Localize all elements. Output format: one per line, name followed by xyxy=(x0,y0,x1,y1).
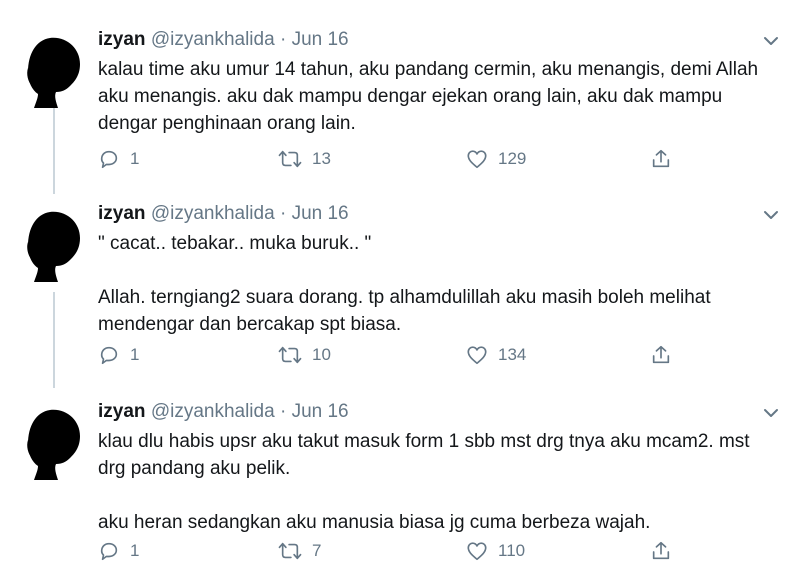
retweet-icon xyxy=(278,346,302,364)
share-button[interactable] xyxy=(650,540,672,562)
tweet-paragraph: klau dlu habis upsr aku takut masuk form… xyxy=(98,431,750,479)
display-name[interactable]: izyan xyxy=(98,203,146,224)
share-button[interactable] xyxy=(650,344,672,366)
like-button[interactable]: 110 xyxy=(466,540,525,562)
tweet-actions: 1 13 129 xyxy=(98,148,698,176)
user-handle[interactable]: @izyankhalida xyxy=(151,203,275,224)
reply-count: 1 xyxy=(130,541,140,560)
chevron-down-icon[interactable] xyxy=(762,206,780,224)
tweet[interactable]: izyan @izyankhalida · Jun 16 " cacat.. t… xyxy=(0,198,800,388)
tweet-text: klau dlu habis upsr aku takut masuk form… xyxy=(98,428,778,536)
like-count: 134 xyxy=(498,345,527,364)
separator-dot: · xyxy=(279,29,287,50)
tweet-header: izyan @izyankhalida · Jun 16 xyxy=(98,400,349,424)
separator-dot: · xyxy=(279,401,287,422)
reply-count: 1 xyxy=(130,149,140,168)
share-button[interactable] xyxy=(650,148,672,170)
tweet-text: kalau time aku umur 14 tahun, aku pandan… xyxy=(98,56,778,137)
tweet-paragraph: " cacat.. tebakar.. muka buruk.. " xyxy=(98,233,372,254)
like-count: 129 xyxy=(498,149,527,168)
reply-count: 1 xyxy=(130,345,140,364)
like-button[interactable]: 134 xyxy=(466,344,526,366)
retweet-icon xyxy=(278,150,302,168)
share-icon xyxy=(652,345,670,364)
display-name[interactable]: izyan xyxy=(98,401,146,422)
share-icon xyxy=(652,149,670,168)
tweet-actions: 1 7 110 xyxy=(98,540,698,568)
avatar[interactable] xyxy=(20,206,90,282)
heart-icon xyxy=(467,150,487,169)
heart-icon xyxy=(467,346,487,365)
retweet-button[interactable]: 10 xyxy=(278,344,331,366)
reply-button[interactable]: 1 xyxy=(98,344,139,366)
retweet-button[interactable]: 7 xyxy=(278,540,321,562)
tweet-paragraph: Allah. terngiang2 suara dorang. tp alham… xyxy=(98,287,711,335)
share-icon xyxy=(652,541,670,560)
display-name[interactable]: izyan xyxy=(98,29,146,50)
tweet-date[interactable]: Jun 16 xyxy=(292,29,349,50)
separator-dot: · xyxy=(279,203,287,224)
reply-icon xyxy=(100,346,118,365)
reply-button[interactable]: 1 xyxy=(98,148,139,170)
retweet-count: 13 xyxy=(312,149,331,168)
retweet-icon xyxy=(278,542,302,560)
tweet-header: izyan @izyankhalida · Jun 16 xyxy=(98,202,349,226)
tweet-date[interactable]: Jun 16 xyxy=(292,401,349,422)
tweet-header: izyan @izyankhalida · Jun 16 xyxy=(98,28,349,52)
user-handle[interactable]: @izyankhalida xyxy=(151,29,275,50)
user-handle[interactable]: @izyankhalida xyxy=(151,401,275,422)
tweet[interactable]: izyan @izyankhalida · Jun 16 kalau time … xyxy=(0,24,800,194)
avatar[interactable] xyxy=(20,404,90,480)
chevron-down-icon[interactable] xyxy=(762,404,780,422)
like-button[interactable]: 129 xyxy=(466,148,526,170)
tweet-date[interactable]: Jun 16 xyxy=(292,203,349,224)
retweet-count: 7 xyxy=(312,541,322,560)
retweet-button[interactable]: 13 xyxy=(278,148,331,170)
reply-icon xyxy=(100,542,118,561)
heart-icon xyxy=(467,542,487,561)
tweet-paragraph: aku heran sedangkan aku manusia biasa jg… xyxy=(98,512,651,533)
reply-button[interactable]: 1 xyxy=(98,540,139,562)
chevron-down-icon[interactable] xyxy=(762,32,780,50)
like-count: 110 xyxy=(498,541,526,560)
tweet-text: " cacat.. tebakar.. muka buruk.. " Allah… xyxy=(98,230,778,338)
tweet[interactable]: izyan @izyankhalida · Jun 16 klau dlu ha… xyxy=(0,396,800,580)
retweet-count: 10 xyxy=(312,345,331,364)
avatar[interactable] xyxy=(20,32,90,108)
reply-icon xyxy=(100,150,118,169)
tweet-paragraph: kalau time aku umur 14 tahun, aku pandan… xyxy=(98,59,759,134)
tweet-actions: 1 10 134 xyxy=(98,344,698,372)
